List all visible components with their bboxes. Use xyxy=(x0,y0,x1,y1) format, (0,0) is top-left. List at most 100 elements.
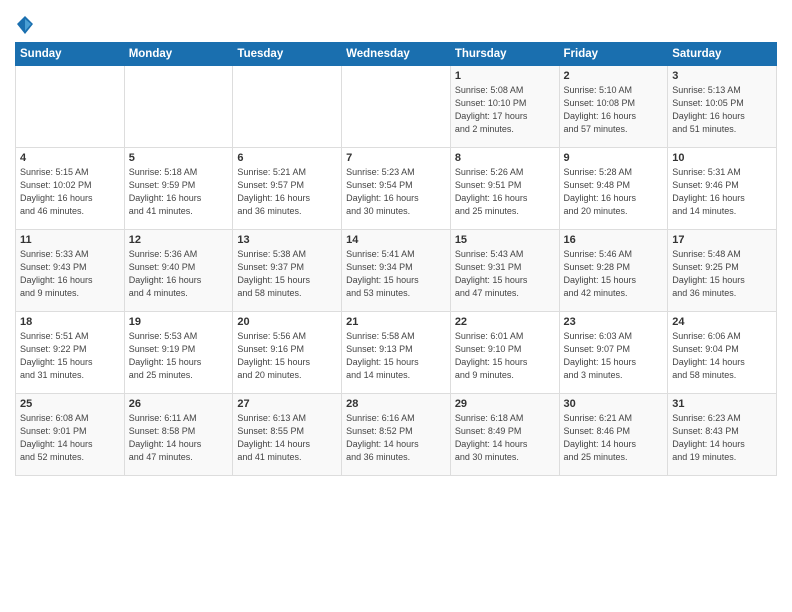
day-number: 25 xyxy=(20,398,120,410)
calendar-cell: 10 Sunrise: 5:31 AM Sunset: 9:46 PM Dayli… xyxy=(668,148,777,230)
day-number: 21 xyxy=(346,316,446,328)
cell-info: Sunrise: 5:13 AM Sunset: 10:05 PM Daylig… xyxy=(672,84,772,136)
calendar-cell: 8 Sunrise: 5:26 AM Sunset: 9:51 PM Daylig… xyxy=(450,148,559,230)
calendar-week-row: 4 Sunrise: 5:15 AM Sunset: 10:02 PM Dayli… xyxy=(16,148,777,230)
cell-info: Sunrise: 5:56 AM Sunset: 9:16 PM Dayligh… xyxy=(237,330,337,382)
cell-info: Sunrise: 5:28 AM Sunset: 9:48 PM Dayligh… xyxy=(564,166,664,218)
calendar-cell: 18Sunrise: 5:51 AM Sunset: 9:22 PM Dayli… xyxy=(16,312,125,394)
calendar-cell: 28Sunrise: 6:16 AM Sunset: 8:52 PM Dayli… xyxy=(342,394,451,476)
cell-info: Sunrise: 5:15 AM Sunset: 10:02 PM Daylig… xyxy=(20,166,120,218)
cell-info: Sunrise: 6:03 AM Sunset: 9:07 PM Dayligh… xyxy=(564,330,664,382)
day-number: 26 xyxy=(129,398,229,410)
calendar-cell: 29 Sunrise: 6:18 AM Sunset: 8:49 PM Dayli… xyxy=(450,394,559,476)
calendar-week-row: 25Sunrise: 6:08 AM Sunset: 9:01 PM Dayli… xyxy=(16,394,777,476)
cell-info: Sunrise: 5:10 AM Sunset: 10:08 PM Daylig… xyxy=(564,84,664,136)
cell-info: Sunrise: 5:18 AM Sunset: 9:59 PM Dayligh… xyxy=(129,166,229,218)
cell-info: Sunrise: 5:41 AM Sunset: 9:34 PM Dayligh… xyxy=(346,248,446,300)
cell-info: Sunrise: 6:11 AM Sunset: 8:58 PM Dayligh… xyxy=(129,412,229,464)
cell-info: Sunrise: 5:43 AM Sunset: 9:31 PM Dayligh… xyxy=(455,248,555,300)
day-number: 5 xyxy=(129,152,229,164)
weekday-header-sunday: Sunday xyxy=(16,43,125,66)
day-number: 7 xyxy=(346,152,446,164)
day-number: 10 xyxy=(672,152,772,164)
day-number: 6 xyxy=(237,152,337,164)
logo-icon xyxy=(15,14,35,36)
weekday-header-thursday: Thursday xyxy=(450,43,559,66)
day-number: 30 xyxy=(564,398,664,410)
cell-info: Sunrise: 5:08 AM Sunset: 10:10 PM Daylig… xyxy=(455,84,555,136)
page-container: SundayMondayTuesdayWednesdayThursdayFrid… xyxy=(0,0,792,481)
day-number: 13 xyxy=(237,234,337,246)
calendar-cell: 17 Sunrise: 5:48 AM Sunset: 9:25 PM Dayli… xyxy=(668,230,777,312)
calendar-week-row: 1 Sunrise: 5:08 AM Sunset: 10:10 PM Dayli… xyxy=(16,66,777,148)
calendar-cell: 14 Sunrise: 5:41 AM Sunset: 9:34 PM Dayli… xyxy=(342,230,451,312)
day-number: 28 xyxy=(346,398,446,410)
day-number: 20 xyxy=(237,316,337,328)
calendar-table: SundayMondayTuesdayWednesdayThursdayFrid… xyxy=(15,42,777,476)
cell-info: Sunrise: 6:21 AM Sunset: 8:46 PM Dayligh… xyxy=(564,412,664,464)
day-number: 2 xyxy=(564,70,664,82)
calendar-cell: 20 Sunrise: 5:56 AM Sunset: 9:16 PM Dayli… xyxy=(233,312,342,394)
calendar-cell: 13Sunrise: 5:38 AM Sunset: 9:37 PM Dayli… xyxy=(233,230,342,312)
day-number: 4 xyxy=(20,152,120,164)
day-number: 8 xyxy=(455,152,555,164)
weekday-header-saturday: Saturday xyxy=(668,43,777,66)
day-number: 1 xyxy=(455,70,555,82)
cell-info: Sunrise: 5:21 AM Sunset: 9:57 PM Dayligh… xyxy=(237,166,337,218)
calendar-cell: 1 Sunrise: 5:08 AM Sunset: 10:10 PM Dayli… xyxy=(450,66,559,148)
calendar-cell: 24Sunrise: 6:06 AM Sunset: 9:04 PM Dayli… xyxy=(668,312,777,394)
calendar-cell: 5 Sunrise: 5:18 AM Sunset: 9:59 PM Daylig… xyxy=(124,148,233,230)
cell-info: Sunrise: 5:36 AM Sunset: 9:40 PM Dayligh… xyxy=(129,248,229,300)
weekday-header-monday: Monday xyxy=(124,43,233,66)
calendar-cell: 16 Sunrise: 5:46 AM Sunset: 9:28 PM Dayli… xyxy=(559,230,668,312)
cell-info: Sunrise: 5:53 AM Sunset: 9:19 PM Dayligh… xyxy=(129,330,229,382)
calendar-cell: 30 Sunrise: 6:21 AM Sunset: 8:46 PM Dayli… xyxy=(559,394,668,476)
calendar-cell: 23 Sunrise: 6:03 AM Sunset: 9:07 PM Dayli… xyxy=(559,312,668,394)
calendar-cell: 2 Sunrise: 5:10 AM Sunset: 10:08 PM Dayli… xyxy=(559,66,668,148)
calendar-cell: 27Sunrise: 6:13 AM Sunset: 8:55 PM Dayli… xyxy=(233,394,342,476)
calendar-cell: 31 Sunrise: 6:23 AM Sunset: 8:43 PM Dayli… xyxy=(668,394,777,476)
calendar-cell xyxy=(124,66,233,148)
weekday-header-tuesday: Tuesday xyxy=(233,43,342,66)
calendar-cell: 26 Sunrise: 6:11 AM Sunset: 8:58 PM Dayli… xyxy=(124,394,233,476)
cell-info: Sunrise: 5:46 AM Sunset: 9:28 PM Dayligh… xyxy=(564,248,664,300)
day-number: 31 xyxy=(672,398,772,410)
day-number: 23 xyxy=(564,316,664,328)
cell-info: Sunrise: 5:31 AM Sunset: 9:46 PM Dayligh… xyxy=(672,166,772,218)
cell-info: Sunrise: 6:06 AM Sunset: 9:04 PM Dayligh… xyxy=(672,330,772,382)
day-number: 9 xyxy=(564,152,664,164)
cell-info: Sunrise: 6:18 AM Sunset: 8:49 PM Dayligh… xyxy=(455,412,555,464)
cell-info: Sunrise: 6:13 AM Sunset: 8:55 PM Dayligh… xyxy=(237,412,337,464)
day-number: 16 xyxy=(564,234,664,246)
cell-info: Sunrise: 6:23 AM Sunset: 8:43 PM Dayligh… xyxy=(672,412,772,464)
calendar-cell xyxy=(233,66,342,148)
day-number: 14 xyxy=(346,234,446,246)
header xyxy=(15,10,777,36)
calendar-cell: 15Sunrise: 5:43 AM Sunset: 9:31 PM Dayli… xyxy=(450,230,559,312)
day-number: 22 xyxy=(455,316,555,328)
day-number: 3 xyxy=(672,70,772,82)
weekday-header-friday: Friday xyxy=(559,43,668,66)
day-number: 12 xyxy=(129,234,229,246)
calendar-cell: 6 Sunrise: 5:21 AM Sunset: 9:57 PM Daylig… xyxy=(233,148,342,230)
calendar-cell: 21 Sunrise: 5:58 AM Sunset: 9:13 PM Dayli… xyxy=(342,312,451,394)
calendar-cell: 22 Sunrise: 6:01 AM Sunset: 9:10 PM Dayli… xyxy=(450,312,559,394)
calendar-cell xyxy=(342,66,451,148)
cell-info: Sunrise: 5:23 AM Sunset: 9:54 PM Dayligh… xyxy=(346,166,446,218)
calendar-cell: 25Sunrise: 6:08 AM Sunset: 9:01 PM Dayli… xyxy=(16,394,125,476)
calendar-cell: 4 Sunrise: 5:15 AM Sunset: 10:02 PM Dayli… xyxy=(16,148,125,230)
calendar-cell: 3 Sunrise: 5:13 AM Sunset: 10:05 PM Dayli… xyxy=(668,66,777,148)
calendar-cell xyxy=(16,66,125,148)
day-number: 29 xyxy=(455,398,555,410)
day-number: 17 xyxy=(672,234,772,246)
cell-info: Sunrise: 5:48 AM Sunset: 9:25 PM Dayligh… xyxy=(672,248,772,300)
day-number: 11 xyxy=(20,234,120,246)
cell-info: Sunrise: 5:58 AM Sunset: 9:13 PM Dayligh… xyxy=(346,330,446,382)
calendar-cell: 9 Sunrise: 5:28 AM Sunset: 9:48 PM Daylig… xyxy=(559,148,668,230)
logo xyxy=(15,14,39,36)
cell-info: Sunrise: 6:01 AM Sunset: 9:10 PM Dayligh… xyxy=(455,330,555,382)
cell-info: Sunrise: 5:33 AM Sunset: 9:43 PM Dayligh… xyxy=(20,248,120,300)
calendar-cell: 7 Sunrise: 5:23 AM Sunset: 9:54 PM Daylig… xyxy=(342,148,451,230)
weekday-header-wednesday: Wednesday xyxy=(342,43,451,66)
cell-info: Sunrise: 5:26 AM Sunset: 9:51 PM Dayligh… xyxy=(455,166,555,218)
